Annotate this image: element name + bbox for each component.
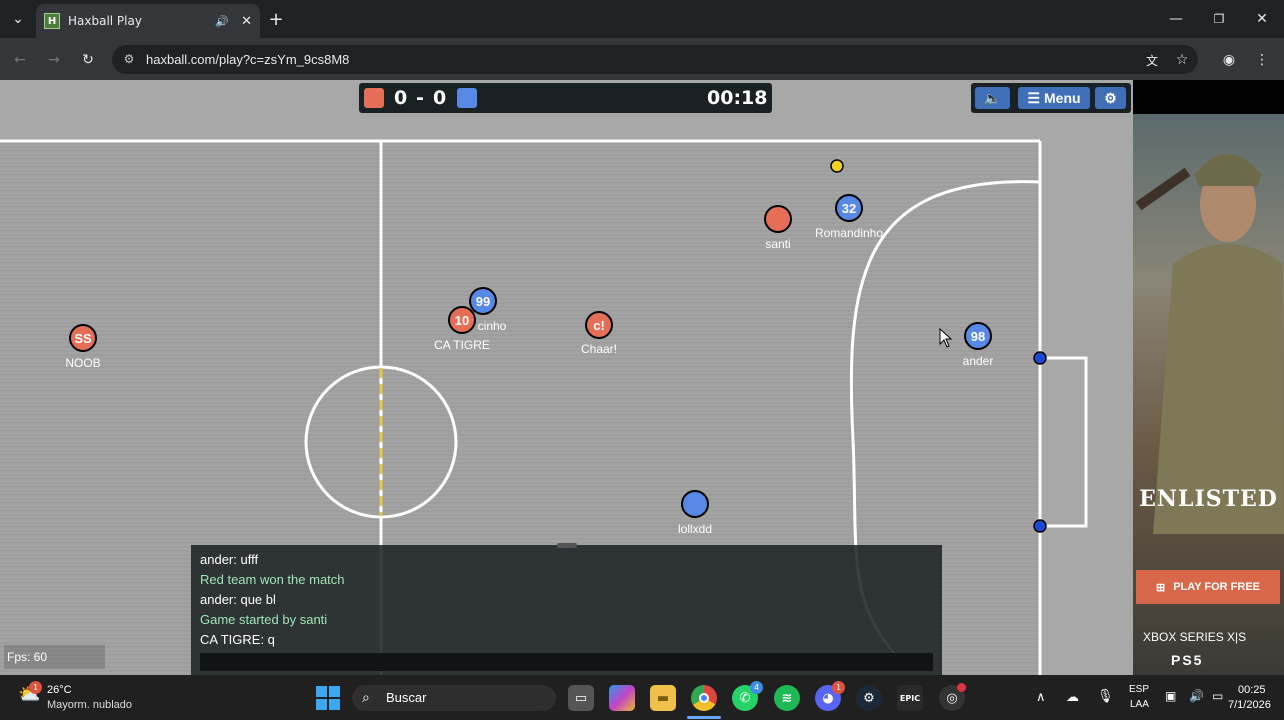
microphone-icon[interactable]: 🎙 xyxy=(1097,688,1114,704)
chat-message: CA TIGRE: q xyxy=(200,632,275,647)
player-name: lollxdd xyxy=(677,522,713,536)
browser-tab[interactable]: H Haxball Play 🔊 ✕ xyxy=(36,4,260,38)
chrome-icon[interactable] xyxy=(691,685,717,711)
network-icon[interactable]: ▣ xyxy=(1165,689,1176,703)
restore-icon[interactable]: ❐ xyxy=(1209,9,1229,29)
player-name: NOOB xyxy=(65,356,101,370)
ad-platform-xbox: XBOX SERIES X|S xyxy=(1143,630,1247,644)
translate-icon[interactable]: 文 xyxy=(1142,50,1162,70)
weather-badge: 1 xyxy=(29,681,42,694)
blue-team-square xyxy=(457,88,477,108)
onedrive-icon[interactable]: ☁ xyxy=(1066,689,1079,705)
taskbar-search[interactable] xyxy=(352,685,556,711)
clock-date[interactable]: 7/1/2026 xyxy=(1228,699,1271,711)
chat-resize-handle[interactable] xyxy=(557,543,577,548)
ad-platform-ps: PS5 xyxy=(1171,652,1204,668)
forward-icon[interactable]: → xyxy=(44,50,64,70)
search-icon: ⌕ xyxy=(362,689,370,705)
site-info-icon[interactable]: ⚙ xyxy=(121,51,137,67)
windows-logo-icon: ⊞ xyxy=(1155,581,1166,594)
sound-button[interactable]: 🔈 xyxy=(975,87,1010,109)
weather-desc: Mayorm. nublado xyxy=(47,699,132,711)
new-tab-icon[interactable]: + xyxy=(266,9,286,30)
obs-recording-dot xyxy=(957,683,966,692)
hamburger-icon: ☰ xyxy=(1027,89,1040,106)
ad-play-button[interactable]: ⊞ PLAY FOR FREE xyxy=(1136,570,1280,604)
tab-audio-icon[interactable]: 🔊 xyxy=(215,15,229,28)
language-bottom[interactable]: LAA xyxy=(1130,699,1149,710)
chat-system-message: Game started by santi xyxy=(200,612,328,627)
match-timer: 00:18 xyxy=(707,87,768,109)
tray-chevron-icon[interactable]: ∧ xyxy=(1036,689,1046,705)
chat-input[interactable] xyxy=(200,653,933,671)
red-score: 0 xyxy=(394,87,408,109)
speaker-icon: 🔈 xyxy=(983,89,1002,106)
m365-icon[interactable] xyxy=(609,685,635,711)
chrome-active-indicator xyxy=(687,716,721,719)
mouse-cursor-icon xyxy=(939,328,953,348)
chat-message: ander: ufff xyxy=(200,552,259,567)
ad-cta-label: PLAY FOR FREE xyxy=(1173,581,1260,593)
menu-label: Menu xyxy=(1044,90,1081,106)
player-blue-disc xyxy=(681,490,709,518)
task-view-icon[interactable]: ▭ xyxy=(568,685,594,711)
close-window-icon[interactable]: ✕ xyxy=(1252,9,1272,29)
ball xyxy=(830,159,844,173)
bookmark-star-icon[interactable]: ☆ xyxy=(1172,50,1192,70)
more-menu-icon[interactable]: ⋮ xyxy=(1252,50,1272,70)
epic-games-icon[interactable]: EPIC xyxy=(897,685,923,711)
player-blue-disc: 98 xyxy=(964,322,992,350)
player-name: CA TIGRE xyxy=(434,338,490,352)
volume-icon[interactable]: 🔊 xyxy=(1189,689,1204,703)
haxball-favicon-icon: H xyxy=(44,13,60,29)
player-red-disc: 10 xyxy=(448,306,476,334)
language-top[interactable]: ESP xyxy=(1129,684,1149,695)
fps-counter: Fps: 60 xyxy=(4,645,105,669)
search-label: Buscar xyxy=(386,690,427,705)
spotify-icon[interactable]: ≋ xyxy=(774,685,800,711)
advertisement[interactable]: ENLISTED ⊞ PLAY FOR FREE XBOX SERIES X|S… xyxy=(1133,114,1284,675)
player-name: cinho xyxy=(477,319,507,333)
player-name: ander xyxy=(962,354,994,368)
windows-start-icon[interactable] xyxy=(316,686,340,710)
player-red-disc: c! xyxy=(585,311,613,339)
gear-icon: ⚙ xyxy=(1104,89,1117,106)
url-field[interactable]: haxball.com/play?c=zsYm_9cs8M8 xyxy=(112,45,1198,74)
chat-system-message: Red team won the match xyxy=(200,572,345,587)
blue-score: 0 xyxy=(433,87,447,109)
red-team-square xyxy=(364,88,384,108)
battery-icon[interactable]: ▭ xyxy=(1212,689,1223,703)
taskbar xyxy=(0,675,1284,720)
score-separator: - xyxy=(416,87,424,109)
weather-temp: 26°C xyxy=(47,684,72,696)
ad-header xyxy=(1133,80,1284,114)
minimize-icon[interactable]: — xyxy=(1166,9,1186,29)
whatsapp-badge: 4 xyxy=(750,681,763,694)
player-name: Chaar! xyxy=(580,342,618,356)
back-icon[interactable]: ← xyxy=(10,50,30,70)
chat-message: ander: que bl xyxy=(200,592,276,607)
file-explorer-icon[interactable]: ▬ xyxy=(650,685,676,711)
profile-icon[interactable]: ◉ xyxy=(1219,50,1239,70)
player-blue-disc: 32 xyxy=(835,194,863,222)
reload-icon[interactable]: ↻ xyxy=(78,50,98,70)
tab-title: Haxball Play xyxy=(68,14,142,28)
discord-badge: 1 xyxy=(832,681,845,694)
clock-time[interactable]: 00:25 xyxy=(1238,684,1266,696)
steam-icon[interactable]: ⚙ xyxy=(856,685,882,711)
player-red-disc: SS xyxy=(69,324,97,352)
ad-brand: ENLISTED xyxy=(1139,486,1278,512)
tab-close-icon[interactable]: ✕ xyxy=(241,14,252,29)
menu-button[interactable]: ☰ Menu xyxy=(1018,87,1090,109)
player-name: Romandinho xyxy=(814,226,884,240)
tab-search-chevron-icon[interactable]: ⌄ xyxy=(8,10,28,28)
settings-button[interactable]: ⚙ xyxy=(1095,87,1126,109)
